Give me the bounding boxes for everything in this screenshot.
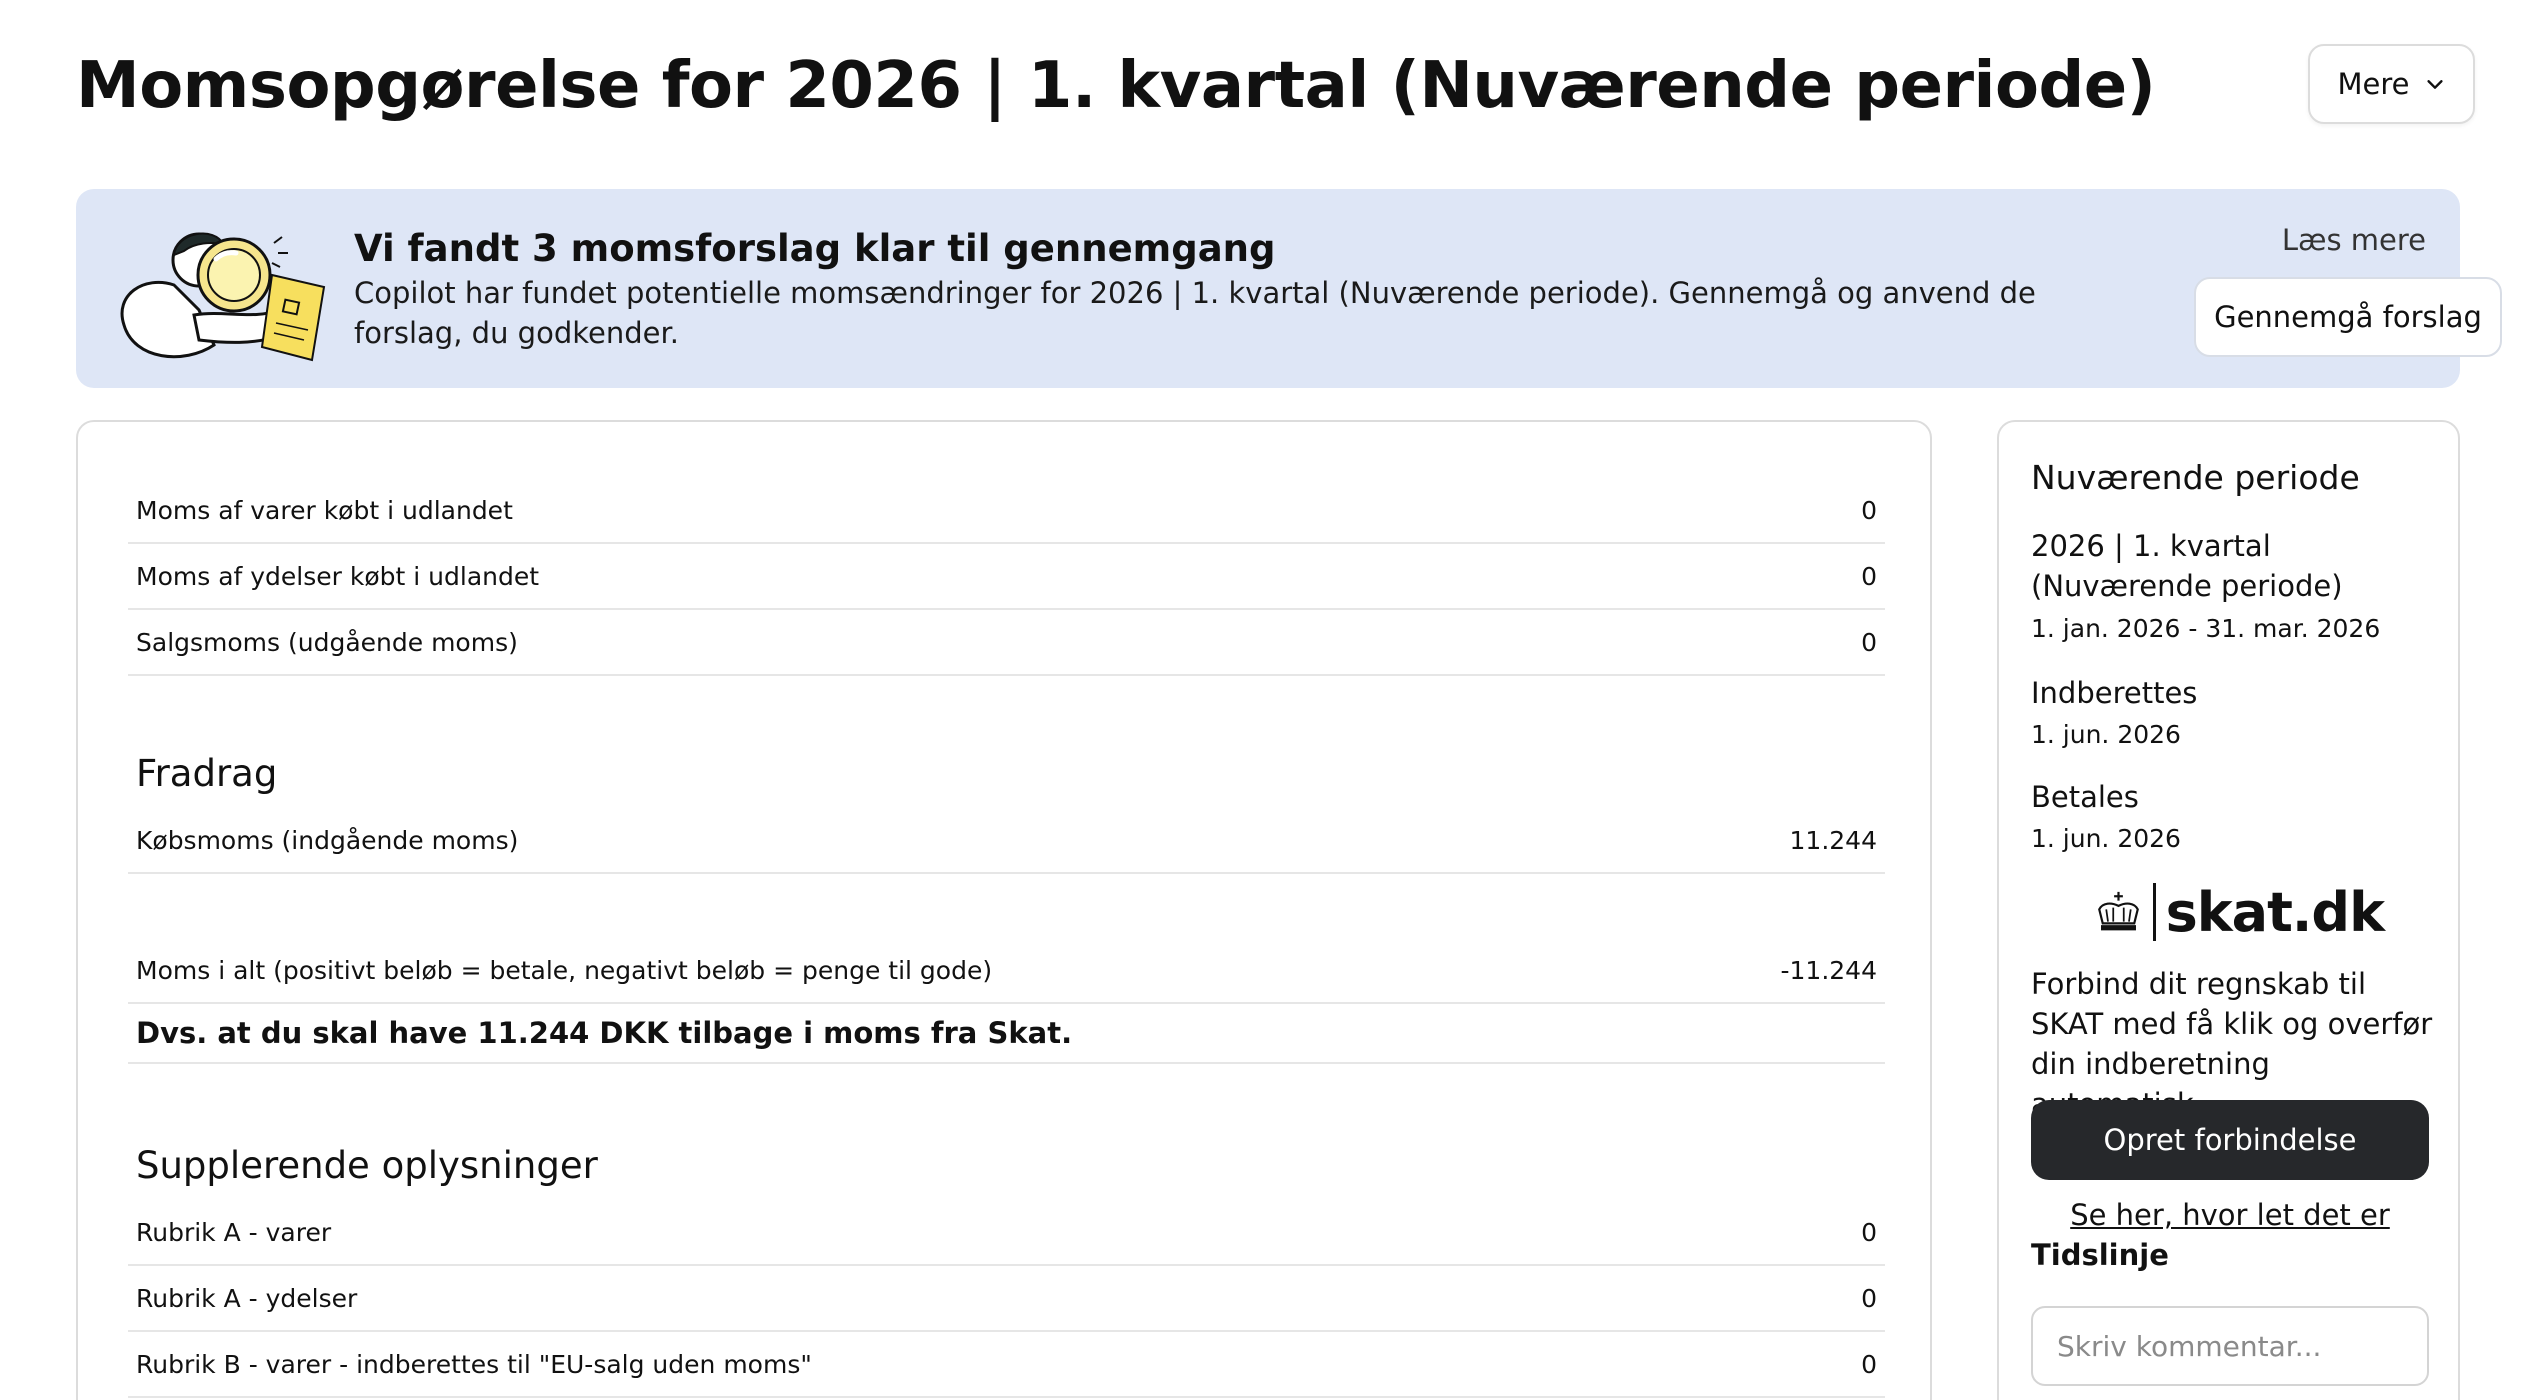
skat-logo: skat.dk — [2094, 880, 2385, 944]
total-value: -11.244 — [1780, 955, 1878, 985]
copilot-illustration — [120, 232, 326, 362]
row-label: Salgsmoms (udgående moms) — [136, 627, 518, 657]
row-value: 0 — [1861, 1349, 1877, 1379]
row-value: 0 — [1861, 627, 1877, 657]
chevron-down-icon — [2426, 80, 2443, 89]
see-how-link[interactable]: Se her, hvor let det er — [2031, 1198, 2429, 1232]
report-date: 1. jun. 2026 — [2031, 720, 2181, 749]
more-button-label: Mere — [2337, 67, 2410, 101]
period-side-panel: Nuværende periode 2026 | 1. kvartal (Nuv… — [1997, 420, 2460, 1400]
timeline-label: Tidslinje — [2031, 1238, 2169, 1272]
vat-statement-card: Moms af varer købt i udlandet 0 Moms af … — [76, 420, 1932, 1400]
row-value: 0 — [1861, 561, 1877, 591]
row-value: 0 — [1861, 495, 1877, 525]
deductions-heading: Fradrag — [136, 752, 278, 795]
period-name: 2026 | 1. kvartal (Nuværende periode) — [2031, 529, 2343, 603]
pay-date: 1. jun. 2026 — [2031, 824, 2181, 853]
row-label: Købsmoms (indgående moms) — [136, 825, 519, 855]
table-row: Rubrik A - ydelser 0 — [128, 1266, 1885, 1332]
row-label: Rubrik A - varer — [136, 1217, 332, 1247]
read-more-link[interactable]: Læs mere — [2282, 223, 2426, 257]
comment-input[interactable] — [2031, 1306, 2429, 1386]
total-summary-row: Dvs. at du skal have 11.244 DKK tilbage … — [128, 1004, 1885, 1064]
row-value: 0 — [1861, 1283, 1877, 1313]
banner-title: Vi fandt 3 momsforslag klar til gennemga… — [354, 227, 1276, 270]
total-row: Moms i alt (positivt beløb = betale, neg… — [128, 938, 1885, 1004]
skat-wordmark: skat.dk — [2165, 880, 2385, 944]
crown-icon — [2098, 891, 2139, 931]
table-row: Moms af varer købt i udlandet 0 — [128, 478, 1885, 544]
table-row: Rubrik B - varer - indberettes til "EU-s… — [128, 1332, 1885, 1398]
connect-button[interactable]: Opret forbindelse — [2031, 1100, 2429, 1180]
table-row: Salgsmoms (udgående moms) 0 — [128, 610, 1885, 676]
more-button[interactable]: Mere — [2308, 44, 2475, 124]
supplementary-heading: Supplerende oplysninger — [136, 1144, 598, 1187]
page: Momsopgørelse for 2026 | 1. kvartal (Nuv… — [0, 0, 2536, 1400]
row-label: Moms af ydelser købt i udlandet — [136, 561, 540, 591]
page-title: Momsopgørelse for 2026 | 1. kvartal (Nuv… — [76, 49, 2156, 123]
table-row: Rubrik A - varer 0 — [128, 1200, 1885, 1266]
table-row: Købsmoms (indgående moms) 11.244 — [128, 808, 1885, 874]
suggestions-banner: Vi fandt 3 momsforslag klar til gennemga… — [76, 189, 2502, 388]
row-value: 11.244 — [1789, 825, 1877, 855]
logo-divider — [2152, 883, 2156, 941]
banner-text: Copilot har fundet potentielle momsændri… — [354, 276, 2036, 350]
review-suggestions-button[interactable]: Gennemgå forslag — [2194, 277, 2502, 357]
table-row: Moms af ydelser købt i udlandet 0 — [128, 544, 1885, 610]
period-dates: 1. jan. 2026 - 31. mar. 2026 — [2031, 614, 2381, 643]
row-label: Rubrik B - varer - indberettes til "EU-s… — [136, 1349, 812, 1379]
panel-title: Nuværende periode — [2031, 458, 2360, 497]
total-summary: Dvs. at du skal have 11.244 DKK tilbage … — [136, 1016, 1073, 1050]
report-label: Indberettes — [2031, 676, 2198, 710]
row-value: 0 — [1861, 1217, 1877, 1247]
row-label: Moms af varer købt i udlandet — [136, 495, 513, 525]
pay-label: Betales — [2031, 780, 2139, 814]
total-label: Moms i alt (positivt beløb = betale, neg… — [136, 955, 993, 985]
row-label: Rubrik A - ydelser — [136, 1283, 358, 1313]
